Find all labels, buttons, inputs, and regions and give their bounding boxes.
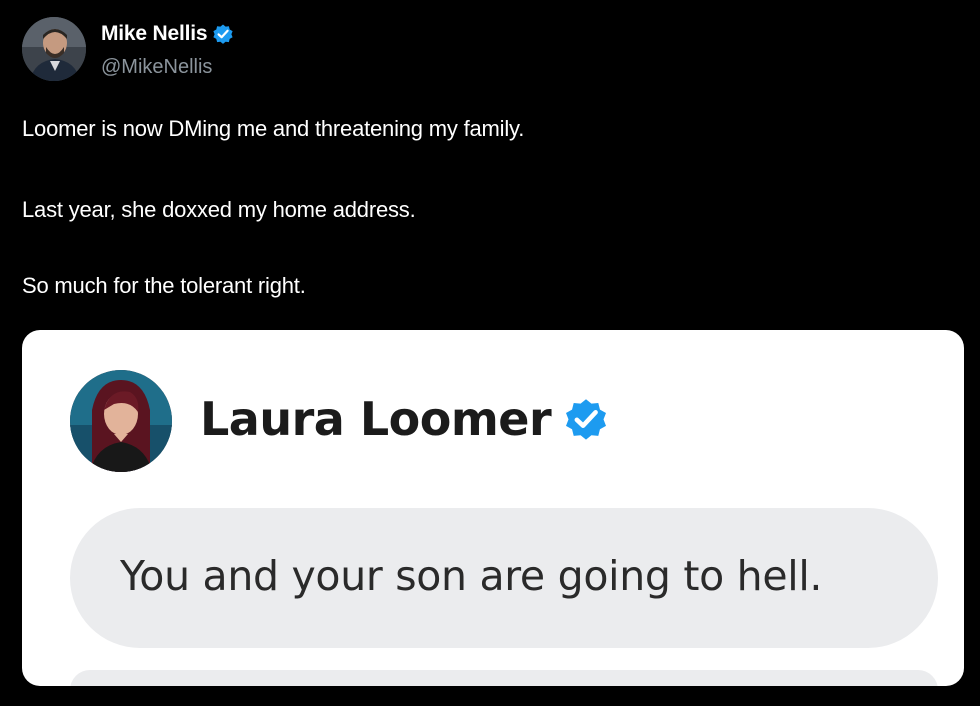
- message-text: You and your son are going to hell.: [120, 552, 823, 600]
- profile-photo-icon: [70, 370, 172, 472]
- message-bubble-partial: [70, 670, 938, 686]
- author-handle[interactable]: @MikeNellis: [101, 56, 212, 79]
- verified-badge-icon: [211, 22, 235, 46]
- tweet-text-line: Last year, she doxxed my home address.: [22, 197, 416, 222]
- sender-name-row: Laura Loomer: [200, 392, 611, 446]
- message-bubble: You and your son are going to hell.: [70, 508, 938, 648]
- tweet-text-line: Loomer is now DMing me and threatening m…: [22, 116, 525, 141]
- profile-photo-icon: [22, 17, 86, 81]
- sender-avatar: [70, 370, 172, 472]
- tweet-text-line: So much for the tolerant right.: [22, 273, 306, 298]
- author-display-name[interactable]: Mike Nellis: [101, 22, 208, 46]
- sender-name: Laura Loomer: [200, 392, 552, 446]
- verified-badge-icon: [561, 394, 611, 444]
- author-name-row[interactable]: Mike Nellis: [101, 22, 235, 46]
- author-avatar[interactable]: [22, 17, 86, 81]
- tweet: Mike Nellis @MikeNellis Loomer is now DM…: [0, 0, 980, 706]
- attached-image[interactable]: Laura Loomer You and your son are going …: [22, 330, 964, 686]
